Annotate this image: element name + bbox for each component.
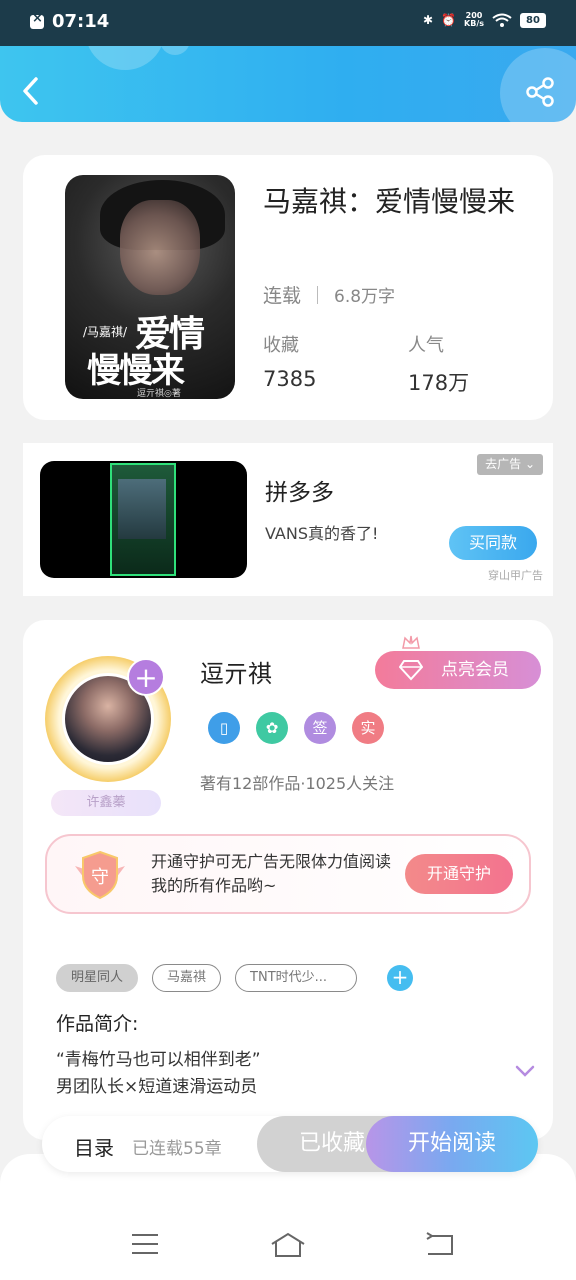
bottom-action-bar: 目录 已连载55章 已收藏 开始阅读 bbox=[42, 1116, 538, 1172]
add-tag-button[interactable]: + bbox=[387, 965, 414, 991]
battery-icon: 80 bbox=[520, 12, 546, 28]
ad-image[interactable] bbox=[40, 461, 247, 578]
popularity-label: 人气 bbox=[408, 335, 444, 356]
crown-icon bbox=[402, 635, 420, 649]
book-status: 连载 bbox=[263, 285, 302, 307]
cover-author: 逗亓祺◎著 bbox=[137, 389, 181, 399]
author-card: + 许鑫蓁 逗亓祺 点亮会员 ▯ ✿ 签 实 著有12部作品·1025人关注 守… bbox=[23, 620, 553, 1140]
favorites-value: 7385 bbox=[263, 367, 317, 391]
toc-button[interactable]: 目录 bbox=[74, 1132, 114, 1161]
shield-icon: 守 bbox=[75, 850, 125, 900]
expand-chevron-icon[interactable] bbox=[515, 1064, 535, 1078]
chapter-count: 已连载55章 bbox=[132, 1139, 222, 1159]
shield-text: 守 bbox=[91, 867, 109, 888]
tag-chip[interactable]: 明星同人 bbox=[56, 964, 139, 992]
alarm-icon: ⏰ bbox=[441, 13, 457, 27]
cover-tag: /马嘉祺/ bbox=[83, 325, 128, 339]
cover-portrait bbox=[120, 200, 200, 295]
intro-line: “青梅竹马也可以相伴到老” bbox=[56, 1050, 261, 1070]
ad-title: 拼多多 bbox=[265, 480, 334, 506]
home-icon[interactable] bbox=[270, 1232, 306, 1258]
vip-button[interactable]: 点亮会员 bbox=[375, 651, 541, 689]
back-arrow-icon[interactable] bbox=[18, 74, 46, 108]
sign-badge-icon[interactable]: 签 bbox=[304, 712, 336, 744]
divider bbox=[317, 285, 319, 304]
intro-body: “青梅竹马也可以相伴到老” 男团队长×短道速滑运动员 bbox=[56, 1047, 261, 1101]
book-title: 马嘉祺：爱情慢慢来 bbox=[263, 185, 516, 218]
intro-line: 男团队长×短道速滑运动员 bbox=[56, 1077, 258, 1097]
tag-list: 明星同人 马嘉祺 TNT时代少... + bbox=[56, 964, 414, 992]
tag-chip[interactable]: 马嘉祺 bbox=[152, 964, 222, 992]
vip-label: 点亮会员 bbox=[441, 660, 509, 680]
status-bar: 07:14 ✱ ⏰ 200 KB/s 80 bbox=[0, 0, 576, 46]
guard-promo: 守 开通守护可无广告无限体力值阅读我的所有作品哟~ 开通守护 bbox=[45, 834, 531, 914]
open-guard-button[interactable]: 开通守护 bbox=[405, 854, 513, 894]
start-reading-button[interactable]: 开始阅读 bbox=[366, 1116, 538, 1172]
ad-phone-graphic bbox=[110, 463, 176, 576]
buy-same-button[interactable]: 买同款 bbox=[449, 526, 537, 560]
back-nav-icon[interactable] bbox=[424, 1232, 454, 1256]
book-cover[interactable]: /马嘉祺/ 爱情 慢慢来 逗亓祺◎著 bbox=[65, 175, 235, 399]
chevron-down-icon: ⌄ bbox=[524, 457, 535, 471]
popularity-stat: 人气 178万 bbox=[408, 331, 469, 397]
favorites-stat: 收藏 7385 bbox=[263, 331, 316, 391]
ad-description: VANS真的香了! bbox=[265, 524, 379, 543]
verified-badge-icon[interactable]: 实 bbox=[352, 712, 384, 744]
net-speed: 200 KB/s bbox=[464, 12, 484, 28]
book-info-card: /马嘉祺/ 爱情 慢慢来 逗亓祺◎著 马嘉祺：爱情慢慢来 连载 6.8万字 收藏… bbox=[23, 155, 553, 420]
ad-card[interactable]: 拼多多 VANS真的香了! 去广告 ⌄ 买同款 穿山甲广告 bbox=[23, 443, 553, 596]
ad-source: 穿山甲广告 bbox=[488, 569, 543, 582]
author-stats: 著有12部作品·1025人关注 bbox=[200, 774, 395, 793]
avatar-name-tag: 许鑫蓁 bbox=[51, 790, 161, 816]
intro-title: 作品简介: bbox=[56, 1013, 139, 1035]
book-meta: 连载 6.8万字 bbox=[263, 281, 395, 308]
bluetooth-icon: ✱ bbox=[423, 13, 434, 27]
author-badges: ▯ ✿ 签 实 bbox=[208, 712, 384, 744]
header: 07:14 ✱ ⏰ 200 KB/s 80 bbox=[0, 0, 576, 122]
follow-plus-button[interactable]: + bbox=[127, 658, 165, 696]
popularity-value: 178万 bbox=[408, 371, 470, 395]
diamond-icon bbox=[399, 660, 423, 681]
cover-title-line2: 慢慢来 bbox=[87, 351, 185, 391]
tag-chip[interactable]: TNT时代少... bbox=[235, 964, 358, 992]
guard-text: 开通守护可无广告无限体力值阅读我的所有作品哟~ bbox=[151, 852, 392, 895]
favorites-label: 收藏 bbox=[263, 335, 299, 356]
wifi-icon bbox=[492, 13, 512, 27]
app-x-icon bbox=[30, 11, 44, 29]
remove-ad-button[interactable]: 去广告 ⌄ bbox=[477, 454, 543, 475]
menu-icon[interactable] bbox=[130, 1232, 160, 1256]
handshake-badge-icon[interactable]: ✿ bbox=[256, 712, 288, 744]
phone-badge-icon[interactable]: ▯ bbox=[208, 712, 240, 744]
net-speed-unit: KB/s bbox=[464, 19, 484, 28]
system-nav-bar bbox=[0, 1154, 576, 1280]
author-name[interactable]: 逗亓祺 bbox=[200, 654, 272, 689]
remove-ad-label: 去广告 bbox=[485, 457, 522, 471]
book-word-count: 6.8万字 bbox=[334, 287, 396, 307]
status-time: 07:14 bbox=[52, 11, 110, 32]
share-icon[interactable] bbox=[524, 76, 556, 108]
